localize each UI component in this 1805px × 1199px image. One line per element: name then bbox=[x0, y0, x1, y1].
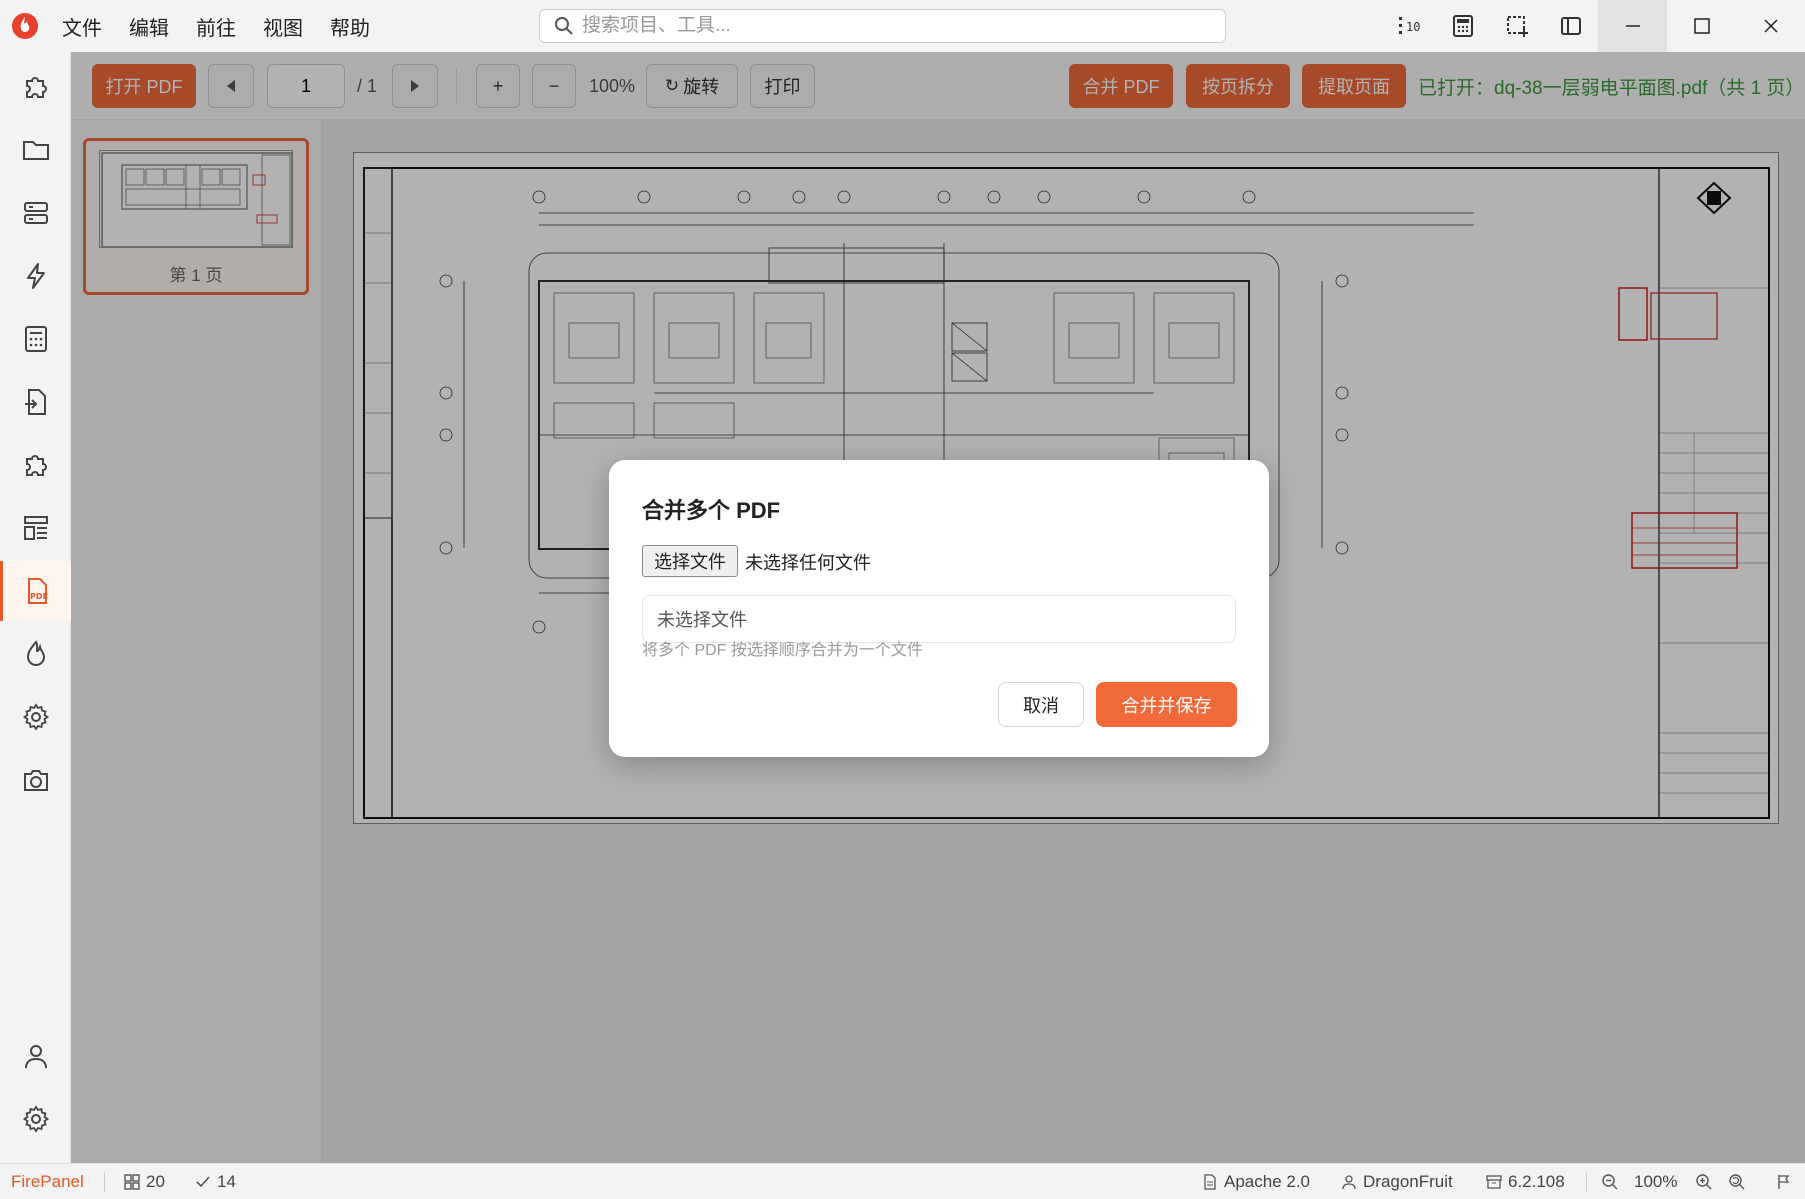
status-divider bbox=[104, 1172, 105, 1192]
close-button[interactable] bbox=[1736, 0, 1805, 52]
svg-text:10: 10 bbox=[1406, 20, 1420, 34]
components-count-value: 20 bbox=[146, 1172, 165, 1191]
calculator-icon[interactable] bbox=[1436, 0, 1490, 52]
cancel-button[interactable]: 取消 bbox=[998, 682, 1084, 727]
search-input[interactable] bbox=[582, 15, 1182, 37]
screenshot-icon[interactable] bbox=[1490, 0, 1544, 52]
extension-icon[interactable] bbox=[0, 435, 71, 495]
menu-edit[interactable]: 编辑 bbox=[129, 12, 169, 41]
components-icon bbox=[124, 1174, 140, 1190]
user-icon[interactable] bbox=[0, 1026, 71, 1086]
server-icon[interactable] bbox=[0, 183, 71, 243]
version-info[interactable]: 6.2.108 bbox=[1486, 1164, 1565, 1199]
dialog-hint: 将多个 PDF 按选择顺序合并为一个文件 bbox=[642, 642, 923, 659]
menu-go[interactable]: 前往 bbox=[196, 12, 236, 41]
license-info[interactable]: Apache 2.0 bbox=[1202, 1164, 1310, 1199]
search-box[interactable] bbox=[539, 9, 1226, 43]
check-icon bbox=[196, 1176, 210, 1188]
settings-gear-icon[interactable] bbox=[0, 687, 71, 747]
components-count[interactable]: 20 bbox=[124, 1164, 165, 1199]
lightning-icon[interactable] bbox=[0, 246, 71, 306]
document-icon bbox=[1204, 1174, 1216, 1190]
minimize-button[interactable] bbox=[1598, 0, 1667, 52]
sidebar-toggle-icon[interactable] bbox=[1544, 0, 1598, 52]
folder-icon[interactable] bbox=[0, 120, 71, 180]
number-grid-icon[interactable]: 10 bbox=[1382, 0, 1436, 52]
status-zoom-level: 100% bbox=[1634, 1172, 1678, 1191]
checks-count-value: 14 bbox=[217, 1172, 236, 1191]
user-info[interactable]: DragonFruit bbox=[1341, 1164, 1453, 1199]
menu-help[interactable]: 帮助 bbox=[330, 12, 370, 41]
flag-icon[interactable] bbox=[1776, 1164, 1792, 1199]
brand-label[interactable]: FirePanel bbox=[11, 1164, 84, 1199]
zoom-in-status-icon[interactable] bbox=[1695, 1164, 1713, 1199]
checks-count[interactable]: 14 bbox=[195, 1164, 236, 1199]
choose-file-button[interactable]: 选择文件 bbox=[642, 545, 738, 577]
maximize-button[interactable] bbox=[1667, 0, 1736, 52]
svg-text:PDF: PDF bbox=[30, 592, 48, 601]
flame-icon[interactable] bbox=[0, 624, 71, 684]
user-value: DragonFruit bbox=[1363, 1172, 1453, 1191]
menu-file[interactable]: 文件 bbox=[62, 12, 102, 41]
app-logo-icon bbox=[10, 11, 40, 41]
preferences-gear-icon[interactable] bbox=[0, 1089, 71, 1149]
activity-sidebar: PDF bbox=[0, 52, 71, 1163]
title-actions: 10 bbox=[1382, 0, 1805, 52]
menu-bar: 文件 编辑 前往 视图 帮助 bbox=[62, 12, 397, 41]
calculator-nav-icon[interactable] bbox=[0, 309, 71, 369]
version-value: 6.2.108 bbox=[1508, 1172, 1565, 1191]
search-icon bbox=[554, 16, 574, 36]
archive-icon bbox=[1486, 1175, 1502, 1189]
status-divider bbox=[1586, 1172, 1587, 1192]
camera-icon[interactable] bbox=[0, 750, 71, 810]
merge-pdf-dialog: 合并多个 PDF 选择文件 未选择任何文件 未选择文件 将多个 PDF 按选择顺… bbox=[609, 460, 1269, 757]
license-value: Apache 2.0 bbox=[1224, 1172, 1311, 1191]
file-import-icon[interactable] bbox=[0, 372, 71, 432]
layout-icon[interactable] bbox=[0, 498, 71, 558]
user-status-icon bbox=[1342, 1175, 1356, 1190]
zoom-out-status-icon[interactable] bbox=[1601, 1164, 1619, 1199]
menu-view[interactable]: 视图 bbox=[263, 12, 303, 41]
file-list-placeholder: 未选择文件 bbox=[657, 610, 747, 630]
status-bar: FirePanel 20 14 Apache 2.0 DragonFruit 6… bbox=[0, 1163, 1805, 1199]
puzzle-icon[interactable] bbox=[0, 57, 71, 117]
dialog-title: 合并多个 PDF bbox=[642, 498, 781, 523]
file-chosen-status: 未选择任何文件 bbox=[745, 553, 871, 573]
merge-save-button[interactable]: 合并并保存 bbox=[1096, 682, 1237, 727]
pdf-icon[interactable]: PDF bbox=[0, 561, 71, 621]
zoom-reset-icon[interactable] bbox=[1728, 1164, 1746, 1199]
title-bar: 文件 编辑 前往 视图 帮助 10 bbox=[0, 0, 1805, 52]
